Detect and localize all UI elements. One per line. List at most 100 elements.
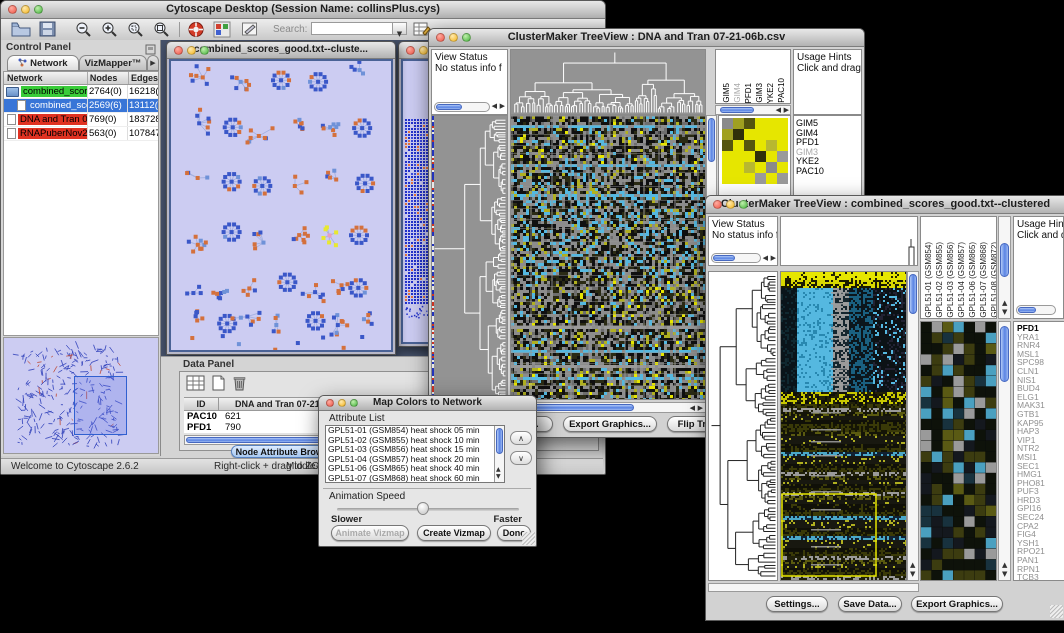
search-dropdown-button[interactable]: ▼	[393, 22, 407, 35]
treeview2-save-data-button[interactable]: Save Data...	[838, 596, 902, 612]
network-view-window-1: combined_scores_good.txt--cluste...	[166, 41, 396, 355]
network-list-row[interactable]: DNA and Tran 07 769(0) 183728(0)	[4, 113, 158, 127]
treeview2-vscrollbar[interactable]: ▲▼	[907, 271, 919, 581]
column-label[interactable]: GIM4	[733, 83, 743, 103]
zoom-window-icon[interactable]	[350, 399, 358, 407]
zoom-out-icon[interactable]	[75, 21, 95, 38]
network-list-row[interactable]: combined_scores 2764(0) 16218(0)	[4, 85, 158, 99]
row-label[interactable]: PAC10	[794, 167, 861, 177]
minimize-icon[interactable]	[419, 46, 428, 55]
minimize-icon[interactable]	[449, 33, 458, 42]
treeview1-row-dendrogram[interactable]	[431, 115, 508, 400]
minimize-icon[interactable]	[21, 5, 30, 14]
help-icon[interactable]	[187, 21, 207, 38]
zoom-window-icon[interactable]	[739, 200, 748, 209]
animation-speed-slider-thumb[interactable]	[417, 502, 429, 515]
move-up-button[interactable]: ∧	[510, 431, 532, 445]
treeview2-row-dendrogram[interactable]	[708, 271, 778, 581]
resize-grip[interactable]	[522, 532, 535, 545]
treeview2-column-dendrogram[interactable]	[780, 216, 918, 266]
move-down-button[interactable]: ∨	[510, 451, 532, 465]
column-label[interactable]: PFD1	[744, 83, 754, 103]
treeview2-column-labels-scrollbar[interactable]: ▲▼	[998, 216, 1011, 319]
column-label[interactable]: GIM3	[755, 83, 765, 103]
treeview2-hscrollbar[interactable]	[708, 583, 919, 592]
close-icon[interactable]	[436, 33, 445, 42]
column-label[interactable]: YKE2	[766, 83, 776, 103]
tab-network[interactable]: Network	[7, 55, 79, 71]
treeview1-zoom-hscrollbar[interactable]: ◀▶	[715, 105, 791, 115]
scroll-right-icon[interactable]: ▶	[771, 254, 776, 263]
column-label[interactable]: GPL51-04 (GSM857)	[957, 242, 967, 318]
treeview2-zoom-vscrollbar[interactable]: ▲▼	[998, 321, 1011, 581]
treeview2-export-graphics-button[interactable]: Export Graphics...	[911, 596, 1003, 612]
column-label[interactable]: GPL51-08 (GSM872)	[990, 242, 997, 318]
vizmapper-icon[interactable]	[213, 21, 233, 38]
close-icon[interactable]	[8, 5, 17, 14]
tab-overflow-button[interactable]: ▶	[147, 55, 159, 71]
delete-attribute-icon[interactable]	[232, 375, 247, 396]
create-vizmap-button[interactable]: Create Vizmap	[417, 525, 491, 541]
minimize-icon[interactable]	[726, 200, 735, 209]
usage-hints-scrollbar[interactable]	[1016, 305, 1056, 315]
scroll-left-icon[interactable]: ◀	[492, 102, 497, 111]
column-label[interactable]: GPL51-06 (GSM865)	[968, 242, 978, 318]
view-status-scrollbar[interactable]	[711, 253, 761, 263]
network-list-row[interactable]: RNAPuberNov2+ 563(0) 107847(0)	[4, 127, 158, 141]
open-file-icon[interactable]	[11, 21, 31, 38]
network-window-1-title-bar[interactable]: combined_scores_good.txt--cluste...	[167, 42, 395, 59]
attribute-list-label: Attribute List	[329, 413, 385, 424]
treeview2-gene-labels[interactable]: PFD1YRA1RNR4MSL1SPC98CLN1NIS1BUD4ELG1MAK…	[1013, 321, 1064, 581]
main-title-bar[interactable]: Cytoscape Desktop (Session Name: collins…	[1, 1, 605, 19]
zoom-window-icon[interactable]	[200, 46, 209, 55]
zoom-fit-icon[interactable]	[153, 21, 173, 38]
map-dialog-title-bar[interactable]: Map Colors to Network	[319, 396, 536, 411]
column-label[interactable]: GPL51-02 (GSM855)	[935, 242, 945, 318]
zoom-window-icon[interactable]	[34, 5, 43, 14]
resize-grip[interactable]	[1050, 605, 1063, 618]
birdseye-view[interactable]	[3, 337, 159, 454]
new-attribute-icon[interactable]	[211, 375, 226, 396]
attribute-list-item[interactable]: GPL51-07 (GSM868) heat shock 60 min	[326, 474, 504, 483]
close-icon[interactable]	[174, 46, 183, 55]
close-icon[interactable]	[406, 46, 415, 55]
zoom-selected-icon[interactable]	[127, 21, 147, 38]
treeview1-title-bar[interactable]: ClusterMaker TreeView : DNA and Tran 07-…	[429, 29, 864, 47]
zoom-window-icon[interactable]	[462, 33, 471, 42]
scroll-left-icon[interactable]: ◀	[763, 254, 768, 263]
treeview1-export-graphics-button[interactable]: Export Graphics...	[563, 416, 657, 432]
attribute-list-scrollbar[interactable]: ▲▼	[494, 426, 504, 482]
tab-vizmapper[interactable]: VizMapper™	[79, 55, 147, 71]
view-status-scrollbar[interactable]	[434, 102, 490, 112]
minimize-icon[interactable]	[187, 46, 196, 55]
animate-vizmap-button[interactable]: Animate Vizmap	[331, 525, 409, 541]
close-icon[interactable]	[326, 399, 334, 407]
network-list: Network Nodes Edges combined_scores 2764…	[3, 71, 159, 336]
zoom-in-icon[interactable]	[101, 21, 121, 38]
minimize-icon[interactable]	[338, 399, 346, 407]
treeview2-title-bar[interactable]: ClusterMaker TreeView : combined_scores_…	[706, 196, 1064, 214]
annotation-icon[interactable]	[241, 21, 261, 38]
treeview2-zoomed-heatmap[interactable]	[920, 321, 997, 581]
attribute-table-icon[interactable]	[186, 375, 205, 396]
search-input[interactable]	[311, 22, 393, 35]
treeview2-settings-button[interactable]: Settings...	[766, 596, 828, 612]
attribute-listbox[interactable]: GPL51-01 (GSM854) heat shock 05 minGPL51…	[325, 425, 505, 483]
column-label[interactable]: PAC10	[777, 78, 787, 103]
column-label[interactable]: GPL51-03 (GSM856)	[946, 242, 956, 318]
network-name: RNAPuberNov2+	[18, 128, 88, 139]
save-icon[interactable]	[39, 21, 59, 38]
treeview2-heatmap[interactable]	[780, 271, 907, 581]
column-label[interactable]: GPL51-01 (GSM854)	[924, 242, 934, 318]
column-label[interactable]: GIM5	[722, 83, 732, 103]
scroll-right-icon[interactable]: ▶	[500, 102, 505, 111]
network-list-row[interactable]: combined_sco 2569(6) 13112(15)	[4, 99, 158, 113]
column-label[interactable]: GPL51-07 (GSM868)	[979, 242, 989, 318]
treeview1-column-labels[interactable]: GIM5GIM4PFD1GIM3YKE2PAC10	[715, 49, 791, 104]
close-icon[interactable]	[713, 200, 722, 209]
treeview1-heatmap[interactable]	[510, 115, 706, 400]
network-canvas-1[interactable]	[169, 59, 393, 352]
treeview1-column-dendrogram[interactable]	[510, 49, 706, 115]
gene-label[interactable]: TCB3	[1014, 573, 1064, 581]
treeview2-column-labels[interactable]: GPL51-01 (GSM854)GPL51-02 (GSM855)GPL51-…	[920, 216, 997, 319]
